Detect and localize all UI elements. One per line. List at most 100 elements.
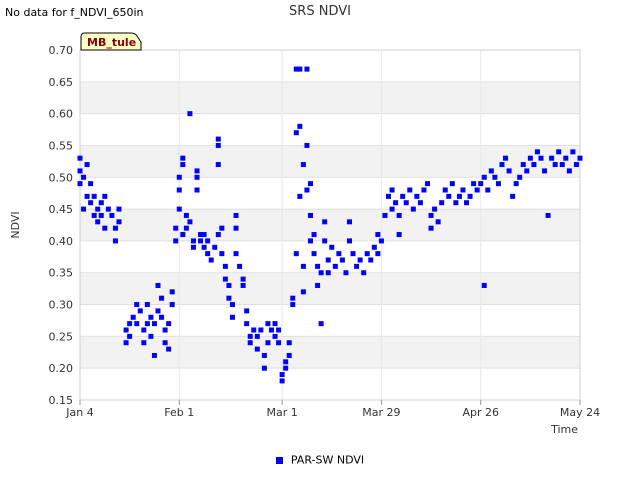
legend[interactable]: PAR-SW NDVI [0,453,640,467]
data-point [322,238,328,244]
data-point [325,270,331,276]
data-point [84,162,90,168]
data-point [226,295,232,301]
site-label-badge: MB_tule [80,32,142,51]
data-point [478,181,484,187]
data-point [332,263,338,269]
data-point [307,238,313,244]
data-point [283,359,289,365]
data-point [293,130,299,136]
x-tick-label: Jan 4 [65,406,93,419]
data-point [428,225,434,231]
data-point [542,168,548,174]
data-point [552,162,558,168]
data-point [364,251,370,257]
data-point [247,333,253,339]
data-point [290,295,296,301]
data-point [205,238,211,244]
data-point [229,314,235,320]
data-point [222,276,228,282]
data-point [194,187,200,193]
grid-band [80,209,580,241]
data-point [187,219,193,225]
data-point [134,302,140,308]
data-point [329,244,335,250]
data-point [350,251,356,257]
legend-swatch [275,456,283,464]
data-point [91,212,97,218]
data-point [368,257,374,263]
data-point [229,302,235,308]
data-point [116,206,122,212]
data-point [403,200,409,206]
data-point [169,289,175,295]
data-point [481,282,487,288]
data-point [215,232,221,238]
data-point [112,238,118,244]
x-tick-label: Mar 29 [362,406,400,419]
data-point [389,206,395,212]
data-point [98,212,104,218]
data-point [233,251,239,257]
grid-band [80,336,580,369]
data-point [215,162,221,168]
data-point [116,219,122,225]
data-point [371,244,377,250]
data-point [137,308,143,314]
data-point [524,168,530,174]
data-point [428,212,434,218]
x-axis-title: Time [550,423,578,436]
data-point [304,187,310,193]
data-point [513,181,519,187]
data-point [237,263,243,269]
data-point [300,289,306,295]
legend-label: PAR-SW NDVI [290,453,365,467]
data-point [180,155,186,161]
data-point [407,187,413,193]
data-point [570,149,576,155]
data-point [357,257,363,263]
data-point [233,225,239,231]
data-point [279,378,285,384]
data-point [456,193,462,199]
data-point [123,327,129,333]
data-point [439,200,445,206]
y-tick-label: 0.45 [49,203,74,216]
ndvi-chart: 0.150.200.250.300.350.400.450.500.550.60… [9,32,600,436]
data-point [159,295,165,301]
data-point [95,219,101,225]
data-point [166,321,172,327]
y-tick-label: 0.25 [49,330,74,343]
y-tick-label: 0.30 [49,299,74,312]
data-point [212,244,218,250]
data-point [159,314,165,320]
data-point [105,206,111,212]
data-point [272,333,278,339]
data-point [190,238,196,244]
grid-band [80,145,580,178]
data-point [244,308,250,314]
data-point [417,200,423,206]
data-point [488,168,494,174]
data-point [425,181,431,187]
data-point [109,212,115,218]
data-point [520,162,526,168]
data-point [155,308,161,314]
data-point [205,251,211,257]
data-point [510,193,516,199]
data-point [286,352,292,358]
grid-band [80,81,580,114]
data-point [432,206,438,212]
data-point [336,251,342,257]
data-point [300,162,306,168]
data-point [222,263,228,269]
data-point [254,346,260,352]
data-point [503,155,509,161]
data-point [102,193,108,199]
data-point [91,193,97,199]
chart-title: SRS NDVI [289,4,351,19]
data-point [183,212,189,218]
data-point [219,251,225,257]
data-point [290,302,296,308]
data-point [258,327,264,333]
